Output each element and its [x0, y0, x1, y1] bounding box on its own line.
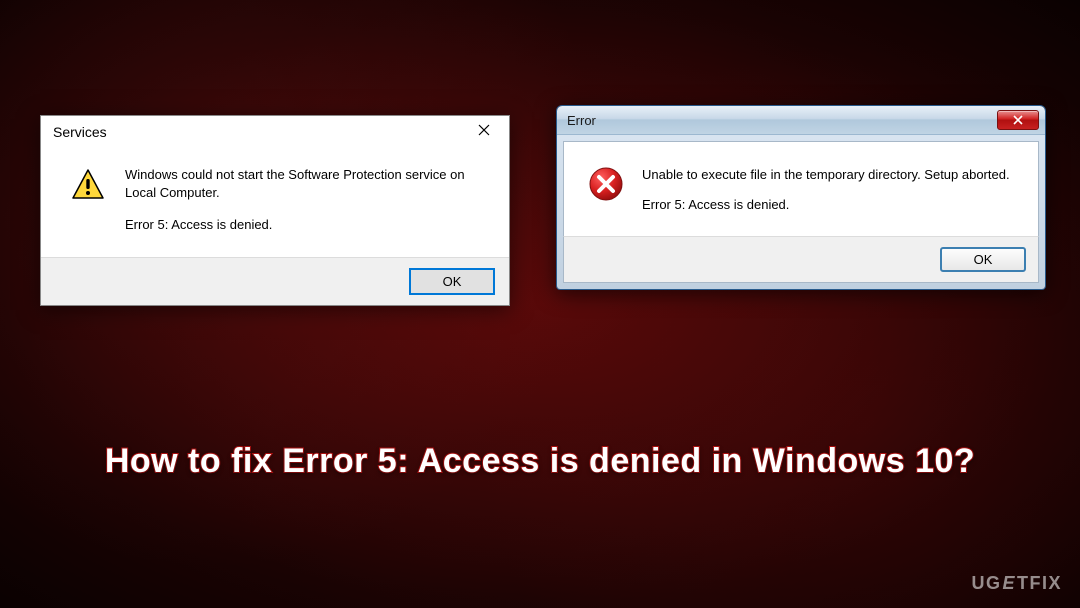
services-error-dialog: Services Windows could not start the Sof… [40, 115, 510, 306]
message-line-1: Unable to execute file in the temporary … [642, 166, 1010, 184]
watermark-part-1: UG [971, 573, 1001, 594]
ok-button[interactable]: OK [409, 268, 495, 295]
error-icon [588, 166, 624, 207]
warning-icon [71, 166, 105, 207]
watermark-part-3: TFIX [1017, 573, 1062, 594]
dialog-frame: Unable to execute file in the temporary … [557, 135, 1045, 289]
dialog-footer: OK [563, 236, 1039, 283]
article-headline: How to fix Error 5: Access is denied in … [0, 442, 1080, 481]
dialog-title: Error [567, 113, 596, 128]
dialog-body: Windows could not start the Software Pro… [41, 148, 509, 257]
dialog-message: Unable to execute file in the temporary … [642, 166, 1010, 214]
dialog-body: Unable to execute file in the temporary … [563, 141, 1039, 237]
dialog-message: Windows could not start the Software Pro… [125, 166, 489, 235]
close-button[interactable] [469, 124, 499, 140]
message-line-2: Error 5: Access is denied. [642, 196, 1010, 214]
dialog-titlebar: Services [41, 116, 509, 148]
watermark-logo: UGETFIX [971, 573, 1062, 594]
dialog-title: Services [53, 124, 107, 140]
dialog-titlebar: Error [557, 106, 1045, 135]
close-icon [478, 124, 490, 136]
setup-error-dialog: Error Unab [556, 105, 1046, 290]
message-line-1: Windows could not start the Software Pro… [125, 166, 489, 202]
message-line-2: Error 5: Access is denied. [125, 216, 489, 234]
watermark-part-2: E [1002, 573, 1016, 594]
close-icon [1013, 115, 1023, 125]
close-button[interactable] [997, 110, 1039, 130]
dialog-footer: OK [41, 257, 509, 305]
ok-button[interactable]: OK [940, 247, 1026, 272]
